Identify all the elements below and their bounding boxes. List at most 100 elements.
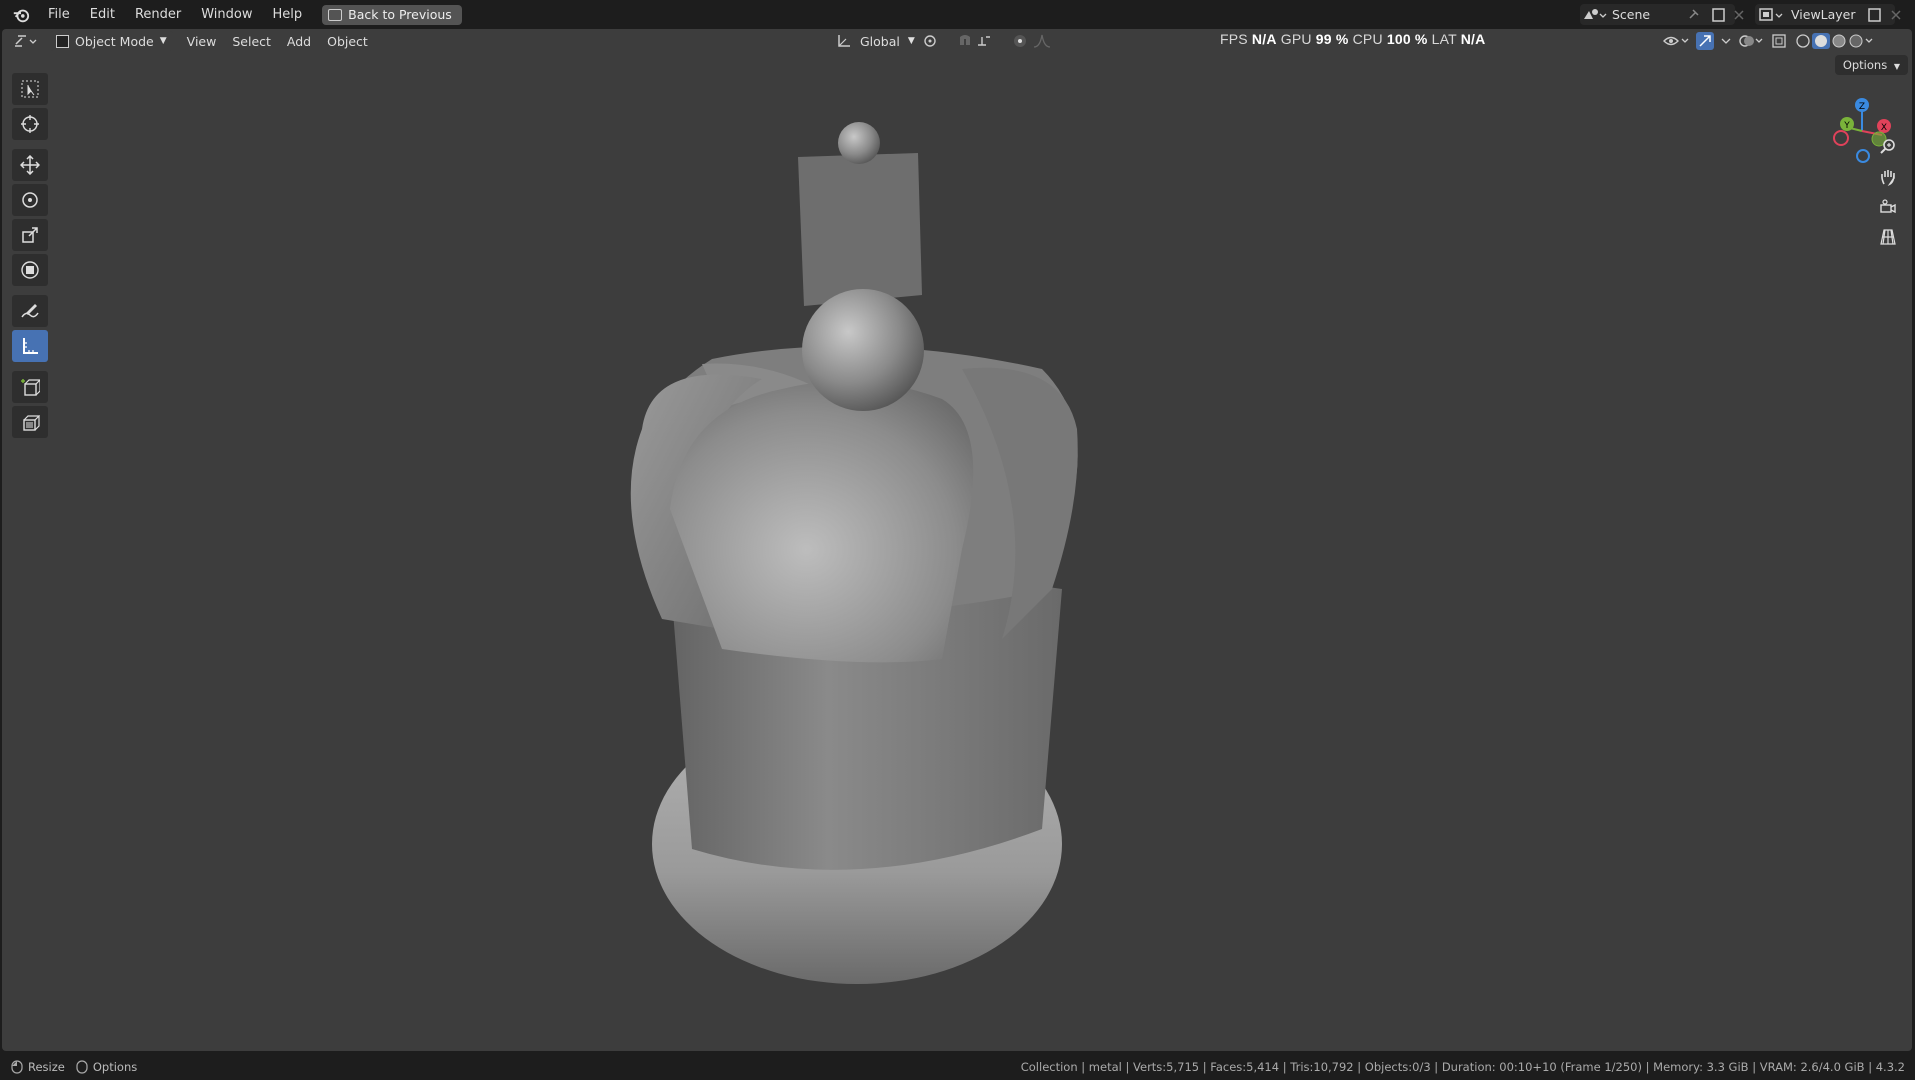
- object-mode-icon: [56, 34, 69, 48]
- gizmo-y-label: Y: [1843, 121, 1850, 131]
- lat-value: N/A: [1460, 31, 1486, 47]
- editor-type-icon[interactable]: [12, 32, 40, 50]
- tool-extrude[interactable]: [12, 406, 48, 438]
- chevron-down-icon[interactable]: [1720, 35, 1732, 47]
- visibility-icon[interactable]: [1662, 33, 1690, 49]
- chevron-down-icon: ▼: [1893, 62, 1900, 71]
- annotate-icon: [21, 304, 39, 318]
- snap-icon[interactable]: [956, 33, 974, 49]
- 3d-viewport[interactable]: Object Mode ▼ View Select Add Object Glo…: [2, 29, 1912, 1051]
- neg-x-axis-handle[interactable]: [1833, 130, 1849, 146]
- measure-icon: [23, 338, 38, 354]
- neg-z-axis-handle[interactable]: [1856, 149, 1870, 163]
- top-sphere: [838, 122, 880, 164]
- grid-icon: [1880, 229, 1896, 245]
- menu-add[interactable]: Add: [279, 34, 319, 49]
- new-view-layer-icon[interactable]: [1866, 6, 1884, 24]
- object-mode-dropdown[interactable]: Object Mode ▼: [50, 31, 173, 51]
- extrude-icon: [23, 415, 40, 431]
- menu-file[interactable]: File: [38, 7, 80, 22]
- delete-scene-icon[interactable]: [1733, 9, 1745, 21]
- blender-logo-icon[interactable]: [12, 6, 30, 24]
- gizmo-z-label: Z: [1859, 102, 1865, 112]
- tool-cursor[interactable]: [12, 108, 48, 140]
- select-box-icon: [21, 80, 39, 98]
- menu-object[interactable]: Object: [319, 34, 376, 49]
- options-label: Options: [1842, 58, 1888, 72]
- gpu-value: 99 %: [1315, 31, 1349, 47]
- cursor-icon: [21, 115, 39, 133]
- options-button[interactable]: Options ▼: [1834, 55, 1908, 75]
- tool-transform[interactable]: [12, 254, 48, 286]
- menu-select[interactable]: Select: [224, 34, 279, 49]
- scene-statistics: Collection | metal | Verts:5,715 | Faces…: [1020, 1059, 1905, 1074]
- chevron-down-icon: ▼: [159, 36, 167, 46]
- overlays-icon[interactable]: [1738, 32, 1764, 50]
- screen-icon: [328, 8, 343, 21]
- gizmo-toggle-icon[interactable]: [1696, 32, 1714, 50]
- tool-select-box[interactable]: [12, 73, 48, 105]
- zoom-button[interactable]: [1874, 133, 1902, 161]
- shading-mode-icon[interactable]: [1794, 32, 1874, 50]
- viewport-navigation: [1874, 133, 1904, 253]
- menu-help[interactable]: Help: [263, 7, 313, 22]
- tool-move[interactable]: [12, 149, 48, 181]
- top-menu-bar: File Edit Render Window Help Back to Pre…: [0, 0, 1915, 29]
- menu-render[interactable]: Render: [125, 7, 191, 22]
- lat-label: LAT: [1431, 31, 1457, 47]
- status-options-hint: Options: [92, 1059, 138, 1074]
- fps-value: N/A: [1251, 31, 1277, 47]
- tool-add-cube[interactable]: [12, 371, 48, 403]
- camera-icon: [1880, 199, 1896, 214]
- scale-icon: [22, 227, 38, 243]
- zoom-icon: [1880, 139, 1895, 154]
- delete-view-layer-icon[interactable]: [1890, 9, 1902, 21]
- crown-model[interactable]: [2, 29, 1912, 1051]
- tool-scale[interactable]: [12, 219, 48, 251]
- camera-view-button[interactable]: [1874, 193, 1902, 221]
- pivot-point-icon[interactable]: [922, 33, 944, 49]
- gpu-label: GPU: [1280, 31, 1312, 47]
- cpu-value: 100 %: [1386, 31, 1428, 47]
- viewport-right-controls: [1662, 32, 1874, 50]
- perspective-toggle-button[interactable]: [1874, 223, 1902, 251]
- status-resize-hint: Resize: [28, 1059, 65, 1074]
- menu-window[interactable]: Window: [191, 7, 262, 22]
- fps-label: FPS: [1220, 31, 1248, 47]
- view-layer-name: ViewLayer: [1791, 7, 1856, 22]
- mouse-right-icon: [76, 1059, 88, 1074]
- tool-rotate[interactable]: [12, 184, 48, 216]
- menu-view[interactable]: View: [179, 34, 225, 49]
- back-to-previous-button[interactable]: Back to Previous: [322, 4, 462, 25]
- object-mode-label: Object Mode: [75, 33, 154, 49]
- tool-measure[interactable]: [12, 330, 48, 362]
- pan-button[interactable]: [1874, 163, 1902, 191]
- scene-icon: [1584, 8, 1607, 19]
- view-layer-icon: [1759, 7, 1783, 21]
- center-sphere: [802, 289, 924, 411]
- transform-orientation-dropdown[interactable]: Global ▼: [836, 33, 915, 49]
- chevron-down-icon: ▼: [907, 36, 915, 46]
- pin-icon[interactable]: [1686, 8, 1700, 22]
- back-to-previous-label: Back to Previous: [348, 7, 452, 22]
- cpu-label: CPU: [1352, 31, 1383, 47]
- scene-name: Scene: [1612, 7, 1651, 22]
- tool-shelf: [12, 73, 50, 441]
- rotate-icon: [22, 192, 38, 208]
- falloff-icon[interactable]: [1032, 33, 1056, 49]
- menu-edit[interactable]: Edit: [80, 7, 125, 22]
- status-hints: Resize Options: [10, 1060, 137, 1074]
- proportional-edit-icon[interactable]: [1012, 33, 1028, 49]
- viewport-header: Object Mode ▼ View Select Add Object Glo…: [2, 29, 1912, 53]
- xray-icon[interactable]: [1770, 32, 1788, 50]
- mouse-left-icon: [11, 1059, 23, 1074]
- new-scene-icon[interactable]: [1710, 6, 1728, 24]
- gizmo-x-label: X: [1881, 123, 1887, 133]
- status-bar: Resize Options Collection | metal | Vert…: [0, 1053, 1915, 1080]
- orientation-icon: [838, 35, 850, 47]
- tool-annotate[interactable]: [12, 295, 48, 327]
- transform-icon: [21, 261, 39, 279]
- orientation-label: Global: [860, 33, 900, 49]
- snap-target-icon[interactable]: [976, 33, 998, 49]
- add-cube-icon: [21, 379, 40, 396]
